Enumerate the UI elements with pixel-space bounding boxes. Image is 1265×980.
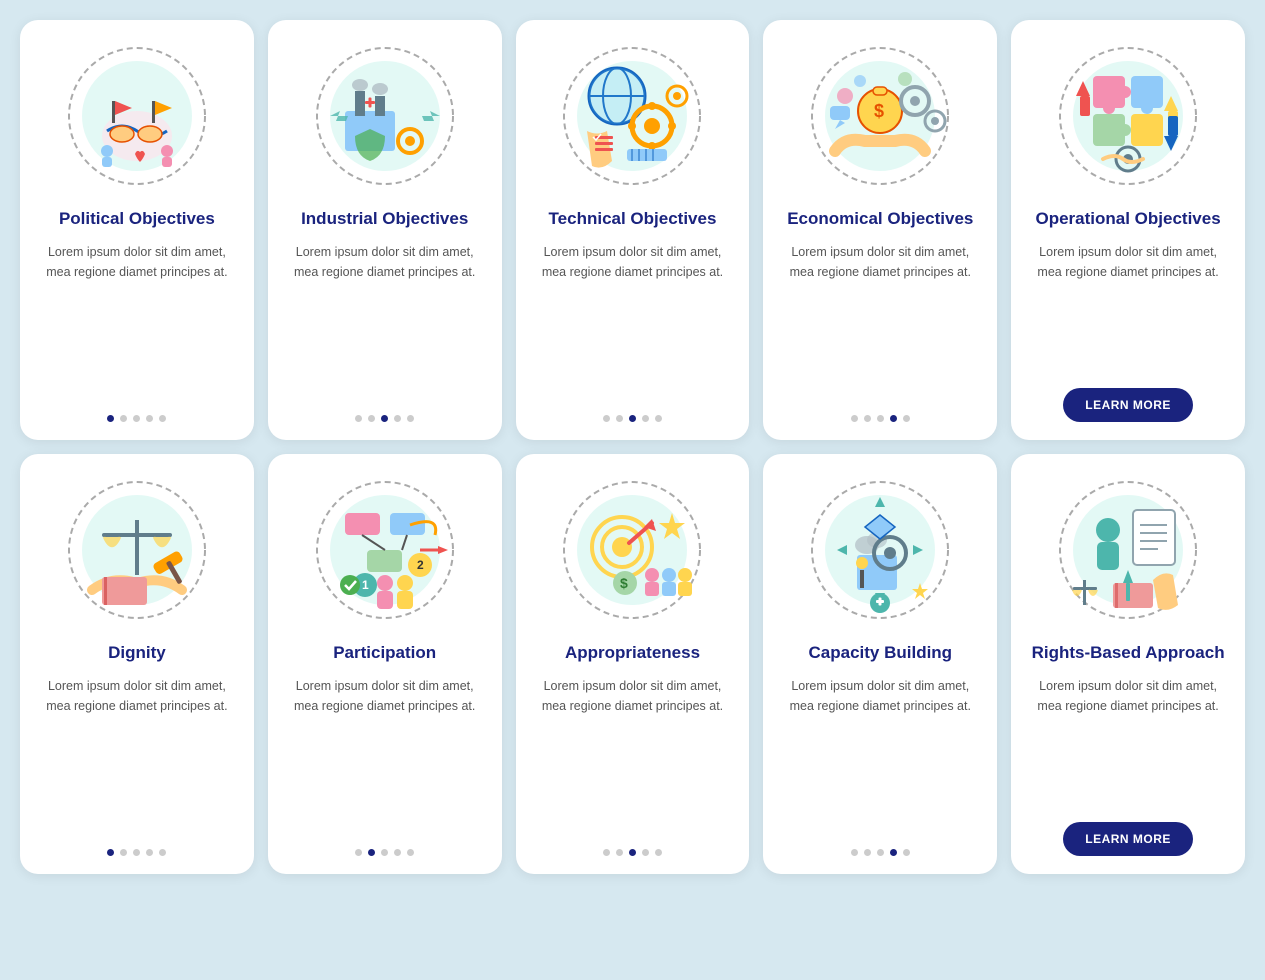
dot-1 xyxy=(603,415,610,422)
participation-icon: 2 1 xyxy=(305,470,465,630)
dot-2 xyxy=(120,849,127,856)
svg-text:1: 1 xyxy=(362,578,369,592)
svg-text:$: $ xyxy=(620,575,628,591)
card-participation: 2 1 Participation Lorem ipsum dolor sit … xyxy=(268,454,502,874)
card-operational-objectives: Operational Objectives Lorem ipsum dolor… xyxy=(1011,20,1245,440)
card-economical-objectives: $ Economical Objectives Lorem ipsum dolo… xyxy=(763,20,997,440)
dot-4 xyxy=(890,415,897,422)
dot-5 xyxy=(655,849,662,856)
dot-1 xyxy=(107,849,114,856)
dot-3 xyxy=(629,415,636,422)
industrial-dots xyxy=(355,415,414,422)
dignity-body: Lorem ipsum dolor sit dim amet, mea regi… xyxy=(38,676,236,835)
card-political-objectives: Political Objectives Lorem ipsum dolor s… xyxy=(20,20,254,440)
dot-3 xyxy=(381,849,388,856)
capacity-dots xyxy=(851,849,910,856)
dot-2 xyxy=(864,849,871,856)
dot-3 xyxy=(877,415,884,422)
technical-title: Technical Objectives xyxy=(549,208,717,230)
dot-4 xyxy=(890,849,897,856)
card-technical-objectives: Technical Objectives Lorem ipsum dolor s… xyxy=(516,20,750,440)
economical-dots xyxy=(851,415,910,422)
industrial-title: Industrial Objectives xyxy=(301,208,468,230)
card-grid: Political Objectives Lorem ipsum dolor s… xyxy=(20,20,1245,874)
political-dots xyxy=(107,415,166,422)
economical-body: Lorem ipsum dolor sit dim amet, mea regi… xyxy=(781,242,979,401)
operational-learn-more-button[interactable]: LEARN MORE xyxy=(1063,388,1193,422)
dot-5 xyxy=(159,415,166,422)
industrial-body: Lorem ipsum dolor sit dim amet, mea regi… xyxy=(286,242,484,401)
dot-5 xyxy=(903,849,910,856)
political-icon xyxy=(57,36,217,196)
dignity-dots xyxy=(107,849,166,856)
economical-icon: $ xyxy=(800,36,960,196)
dot-2 xyxy=(368,415,375,422)
rights-body: Lorem ipsum dolor sit dim amet, mea regi… xyxy=(1029,676,1227,808)
card-capacity-building: Capacity Building Lorem ipsum dolor sit … xyxy=(763,454,997,874)
dignity-title: Dignity xyxy=(108,642,166,664)
operational-title: Operational Objectives xyxy=(1036,208,1221,230)
dot-2 xyxy=(616,415,623,422)
participation-title: Participation xyxy=(333,642,436,664)
dot-5 xyxy=(407,415,414,422)
appropriateness-dots xyxy=(603,849,662,856)
rights-learn-more-button[interactable]: LEARN MORE xyxy=(1063,822,1193,856)
dot-5 xyxy=(903,415,910,422)
svg-text:2: 2 xyxy=(417,558,424,572)
dot-1 xyxy=(107,415,114,422)
capacity-icon xyxy=(800,470,960,630)
dot-2 xyxy=(120,415,127,422)
dot-1 xyxy=(355,849,362,856)
dot-4 xyxy=(394,415,401,422)
dot-5 xyxy=(655,415,662,422)
card-dignity: Dignity Lorem ipsum dolor sit dim amet, … xyxy=(20,454,254,874)
participation-dots xyxy=(355,849,414,856)
dignity-icon xyxy=(57,470,217,630)
card-industrial-objectives: Industrial Objectives Lorem ipsum dolor … xyxy=(268,20,502,440)
dot-1 xyxy=(355,415,362,422)
dot-3 xyxy=(877,849,884,856)
political-title: Political Objectives xyxy=(59,208,215,230)
dot-5 xyxy=(159,849,166,856)
dot-1 xyxy=(851,849,858,856)
capacity-body: Lorem ipsum dolor sit dim amet, mea regi… xyxy=(781,676,979,835)
dot-3 xyxy=(133,849,140,856)
operational-icon xyxy=(1048,36,1208,196)
dot-3 xyxy=(629,849,636,856)
dot-3 xyxy=(133,415,140,422)
dot-2 xyxy=(864,415,871,422)
technical-icon xyxy=(552,36,712,196)
participation-body: Lorem ipsum dolor sit dim amet, mea regi… xyxy=(286,676,484,835)
dot-4 xyxy=(642,415,649,422)
appropriateness-title: Appropriateness xyxy=(565,642,700,664)
political-body: Lorem ipsum dolor sit dim amet, mea regi… xyxy=(38,242,236,401)
dot-3 xyxy=(381,415,388,422)
card-rights-based: Rights-Based Approach Lorem ipsum dolor … xyxy=(1011,454,1245,874)
dot-1 xyxy=(603,849,610,856)
dot-2 xyxy=(616,849,623,856)
dot-4 xyxy=(394,849,401,856)
industrial-icon xyxy=(305,36,465,196)
dot-1 xyxy=(851,415,858,422)
appropriateness-icon: $ xyxy=(552,470,712,630)
capacity-title: Capacity Building xyxy=(809,642,953,664)
svg-text:$: $ xyxy=(874,101,884,121)
technical-dots xyxy=(603,415,662,422)
dot-2 xyxy=(368,849,375,856)
dot-4 xyxy=(146,415,153,422)
operational-body: Lorem ipsum dolor sit dim amet, mea regi… xyxy=(1029,242,1227,374)
technical-body: Lorem ipsum dolor sit dim amet, mea regi… xyxy=(534,242,732,401)
dot-4 xyxy=(146,849,153,856)
dot-5 xyxy=(407,849,414,856)
rights-icon xyxy=(1048,470,1208,630)
economical-title: Economical Objectives xyxy=(787,208,973,230)
card-appropriateness: $ Appropriateness Lorem ipsum dolor sit … xyxy=(516,454,750,874)
appropriateness-body: Lorem ipsum dolor sit dim amet, mea regi… xyxy=(534,676,732,835)
rights-title: Rights-Based Approach xyxy=(1032,642,1225,664)
dot-4 xyxy=(642,849,649,856)
